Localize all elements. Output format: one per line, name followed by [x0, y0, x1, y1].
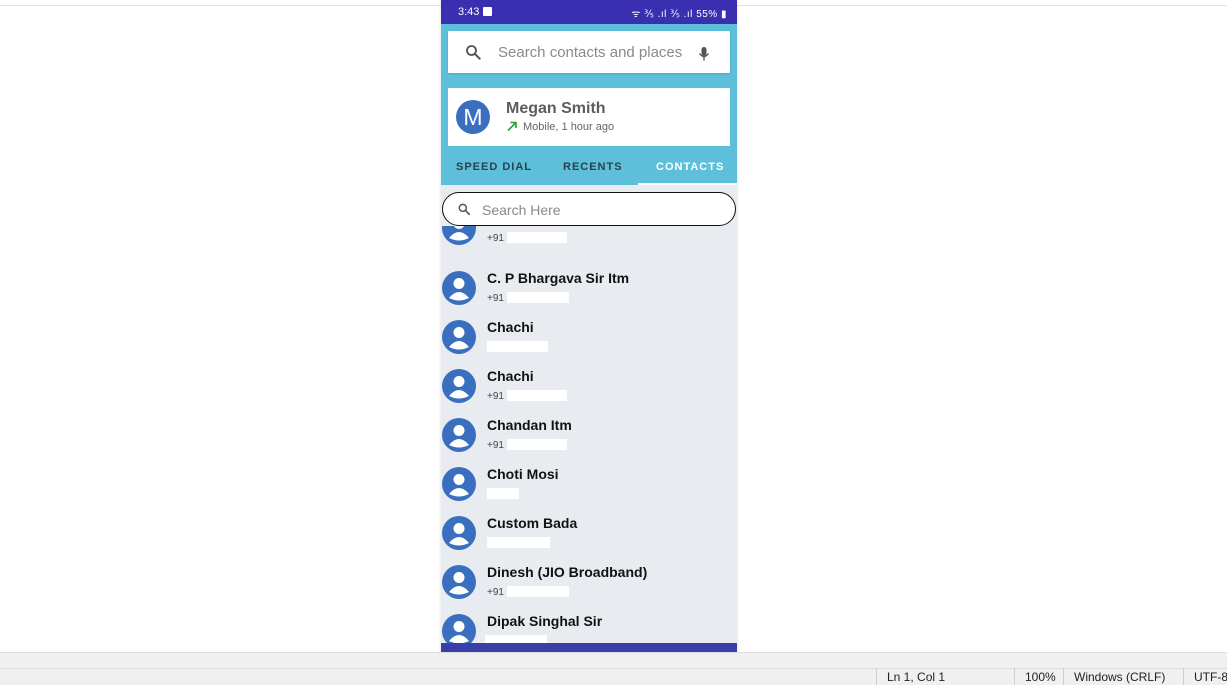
recent-call-card[interactable]: M Megan Smith Mobile, 1 hour ago	[448, 88, 730, 146]
list-item[interactable]: Choti Mosi	[441, 460, 737, 509]
tab-contacts[interactable]: CONTACTS	[656, 161, 724, 173]
list-item[interactable]: +91	[441, 226, 737, 253]
person-avatar-icon	[442, 516, 476, 550]
list-item[interactable]: Chandan Itm +91	[441, 411, 737, 460]
zoom-level[interactable]: 100%	[1014, 668, 1056, 685]
list-item[interactable]: Chachi	[441, 313, 737, 362]
outgoing-call-arrow-icon	[507, 121, 517, 132]
recent-contact-name[interactable]: Megan Smith	[506, 100, 606, 118]
list-item[interactable]: Dinesh (JIO Broadband) +91	[441, 558, 737, 607]
person-avatar-icon	[442, 467, 476, 501]
redaction-box	[507, 439, 567, 450]
contact-phone: +91	[487, 233, 504, 244]
line-ending[interactable]: Windows (CRLF)	[1063, 668, 1165, 685]
search-here-input[interactable]: Search Here	[442, 192, 736, 226]
redaction-box	[507, 292, 569, 303]
list-item[interactable]: Chachi +91	[441, 362, 737, 411]
battery-icon: ▮	[720, 9, 727, 20]
encoding[interactable]: UTF-8	[1183, 668, 1227, 685]
phone-screen: 3:43 ᯤ ⅗ .ıl ⅗ .ıl 55% ▮ Search contacts…	[441, 0, 737, 685]
dialer-tabs: SPEED DIAL RECENTS CONTACTS	[441, 155, 737, 185]
contact-name: Choti Mosi	[487, 466, 559, 482]
dialer-header: Search contacts and places M Megan Smith…	[441, 24, 737, 185]
microphone-icon[interactable]	[698, 46, 710, 62]
search-icon	[458, 203, 471, 216]
redaction-box	[507, 586, 569, 597]
contact-name: C. P Bhargava Sir Itm	[487, 270, 630, 286]
redaction-box	[507, 232, 567, 243]
search-contacts-bar[interactable]: Search contacts and places	[448, 31, 730, 73]
list-item[interactable]: C. P Bhargava Sir Itm +91	[441, 264, 737, 313]
editor-status-bar: Ln 1, Col 1 100% Windows (CRLF) UTF-8	[0, 652, 1227, 685]
signal-indicators: ᯤ ⅗ .ıl ⅗ .ıl	[631, 9, 693, 20]
contact-name: Custom Bada	[487, 515, 578, 531]
status-time: 3:43	[458, 6, 480, 18]
list-item[interactable]: Custom Bada	[441, 509, 737, 558]
tab-recents[interactable]: RECENTS	[563, 161, 623, 173]
contact-name: Chandan Itm	[487, 417, 572, 433]
search-contacts-placeholder[interactable]: Search contacts and places	[498, 44, 682, 61]
contact-name: Dinesh (JIO Broadband)	[487, 564, 648, 580]
contact-phone: +91	[487, 391, 504, 402]
list-item[interactable]: Dipak Singhal Sir	[441, 607, 737, 643]
status-indicators: ᯤ ⅗ .ıl ⅗ .ıl 55% ▮	[631, 6, 727, 20]
desktop: 3:43 ᯤ ⅗ .ıl ⅗ .ıl 55% ▮ Search contacts…	[0, 0, 1227, 685]
redaction-box	[487, 537, 550, 548]
redaction-box	[507, 390, 567, 401]
android-status-bar: 3:43 ᯤ ⅗ .ıl ⅗ .ıl 55% ▮	[441, 0, 737, 24]
person-avatar-icon	[442, 271, 476, 305]
contact-phone: +91	[487, 293, 504, 304]
tab-speed-dial[interactable]: SPEED DIAL	[456, 161, 532, 173]
recent-call-detail: Mobile, 1 hour ago	[523, 121, 615, 133]
contact-phone: +91	[487, 587, 504, 598]
search-icon[interactable]	[464, 43, 482, 61]
person-avatar-icon	[442, 418, 476, 452]
person-avatar-icon	[442, 565, 476, 599]
search-here-placeholder[interactable]: Search Here	[482, 202, 561, 218]
contacts-list[interactable]: +91 C. P Bhargava Sir Itm +91 Chachi Cha…	[441, 226, 737, 643]
cursor-position[interactable]: Ln 1, Col 1	[876, 668, 945, 685]
contact-name: Dipak Singhal Sir	[487, 613, 603, 629]
contact-name: Chachi	[487, 319, 534, 335]
person-avatar-icon	[442, 320, 476, 354]
person-avatar-icon	[442, 614, 476, 643]
person-avatar-icon	[442, 226, 476, 245]
redaction-box	[485, 635, 547, 643]
notification-icon	[483, 7, 492, 16]
redaction-box	[487, 488, 519, 499]
redaction-box	[487, 341, 548, 352]
contact-avatar[interactable]: M	[456, 100, 490, 134]
battery-level: 55%	[696, 9, 718, 20]
person-avatar-icon	[442, 369, 476, 403]
active-tab-indicator	[638, 183, 737, 185]
contact-name: Chachi	[487, 368, 534, 384]
contact-phone: +91	[487, 440, 504, 451]
